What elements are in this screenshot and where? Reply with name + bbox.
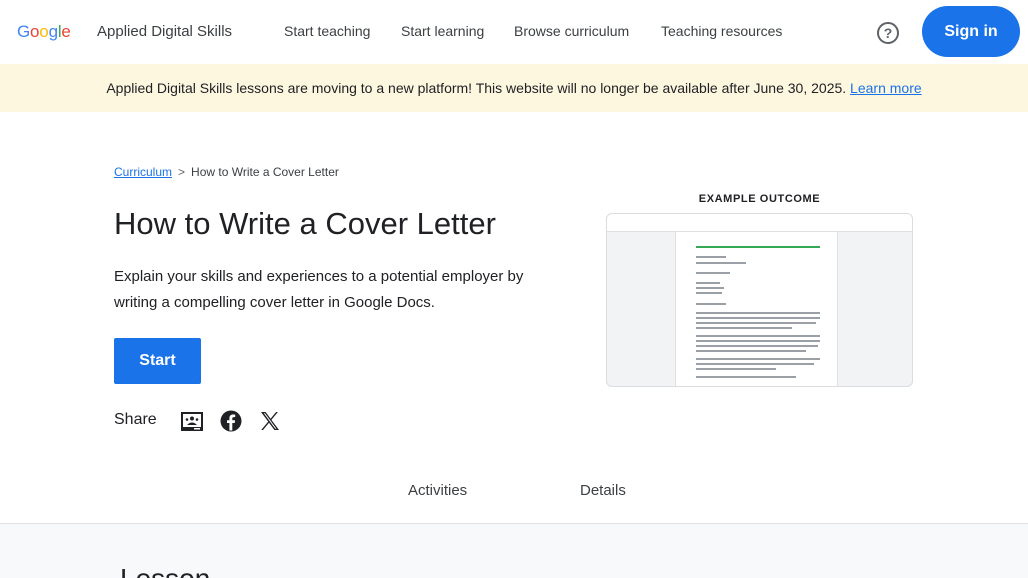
doc-text-line	[696, 340, 820, 342]
doc-text-line	[696, 345, 818, 347]
doc-text-line	[696, 350, 806, 352]
doc-text-line	[696, 322, 816, 324]
logo-letter: o	[30, 22, 40, 41]
logo-letter: G	[17, 22, 31, 41]
x-twitter-icon[interactable]	[258, 409, 282, 433]
doc-text-line	[696, 317, 820, 319]
doc-text-line	[696, 303, 726, 305]
banner-text: Applied Digital Skills lessons are movin…	[106, 80, 847, 96]
doc-text-line	[696, 363, 814, 365]
example-outcome-label: EXAMPLE OUTCOME	[698, 193, 821, 205]
app-name[interactable]: Applied Digital Skills	[97, 23, 232, 40]
doc-text-line	[696, 358, 820, 360]
doc-text-line	[696, 256, 726, 258]
nav-start-teaching[interactable]: Start teaching	[284, 23, 370, 39]
nav-start-learning[interactable]: Start learning	[401, 23, 484, 39]
doc-text-line	[696, 272, 730, 274]
google-logo[interactable]: Google	[17, 22, 71, 42]
lesson-description: Explain your skills and experiences to a…	[114, 268, 524, 311]
doc-text-line	[696, 282, 720, 284]
start-button[interactable]: Start	[114, 338, 201, 384]
logo-letter: g	[48, 22, 58, 41]
tab-activities[interactable]: Activities	[408, 482, 467, 499]
doc-text-line	[696, 327, 792, 329]
doc-text-line	[696, 287, 724, 289]
doc-header-rule	[696, 246, 820, 248]
breadcrumb-current: How to Write a Cover Letter	[191, 165, 339, 179]
sign-in-button[interactable]: Sign in	[922, 6, 1020, 57]
doc-text-line	[696, 335, 820, 337]
facebook-icon[interactable]	[219, 409, 243, 433]
doc-text-line	[696, 262, 746, 264]
learn-more-link[interactable]: Learn more	[850, 80, 922, 96]
breadcrumb-separator: >	[178, 165, 186, 179]
tab-details[interactable]: Details	[580, 482, 626, 499]
doc-text-line	[696, 292, 722, 294]
doc-text-line	[696, 368, 776, 370]
nav-teaching-resources[interactable]: Teaching resources	[661, 23, 782, 39]
site-header: Google Applied Digital Skills Start teac…	[0, 0, 1028, 64]
example-outcome-image[interactable]	[606, 213, 913, 387]
nav-browse-curriculum[interactable]: Browse curriculum	[514, 23, 629, 39]
logo-letter: e	[61, 22, 71, 41]
section-heading: Lesson	[120, 563, 210, 578]
platform-notice-banner: Applied Digital Skills lessons are movin…	[0, 64, 1028, 112]
breadcrumb: Curriculum > How to Write a Cover Letter	[114, 165, 339, 179]
cover-letter-thumbnail	[675, 232, 838, 386]
doc-toolbar-thumbnail	[607, 214, 912, 232]
doc-text-line	[696, 312, 820, 314]
share-label: Share	[114, 411, 157, 428]
google-classroom-icon[interactable]	[180, 409, 204, 433]
page-title: How to Write a Cover Letter	[114, 206, 496, 241]
help-icon[interactable]: ?	[877, 22, 899, 44]
doc-text-line	[696, 376, 796, 378]
logo-letter: o	[39, 22, 49, 41]
breadcrumb-curriculum-link[interactable]: Curriculum	[114, 165, 172, 179]
